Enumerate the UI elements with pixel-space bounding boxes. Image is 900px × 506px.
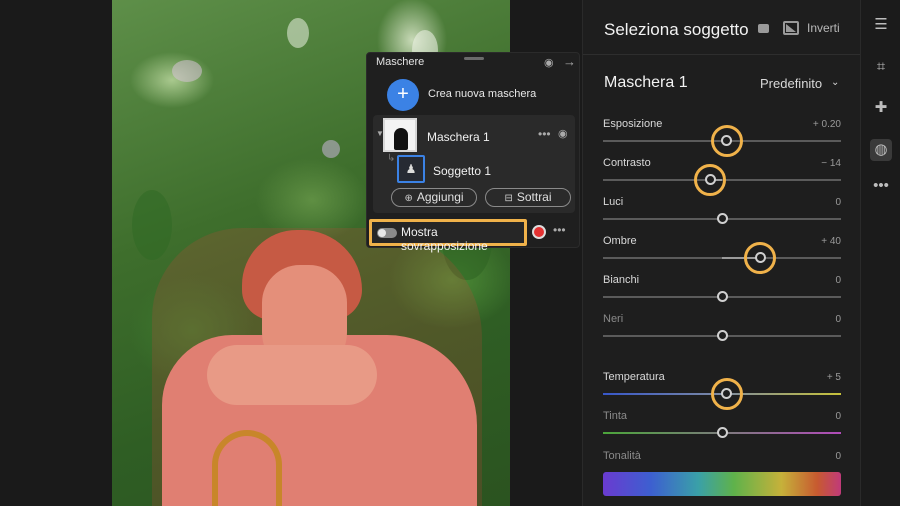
slider-value-bianchi[interactable]: 0 [835, 275, 841, 286]
slider-label-neri: Neri [603, 313, 624, 325]
create-mask-label[interactable]: Crea nuova maschera [428, 88, 536, 100]
slider-knob-bianchi[interactable] [716, 291, 728, 302]
subtract-button[interactable]: ⊟ Sottrai [485, 188, 571, 207]
overlay-color-swatch[interactable] [532, 225, 546, 239]
more-icon[interactable]: ••• [870, 175, 892, 197]
slider-label-temperatura: Temperatura [603, 371, 665, 383]
slider-label-esposizione: Esposizione [603, 118, 663, 130]
mask-thumbnail[interactable] [383, 118, 417, 152]
subject-icon[interactable]: ♟ [397, 155, 425, 183]
subtract-label: Sottrai [516, 190, 552, 204]
overlay-toggle[interactable] [377, 228, 397, 238]
divider [583, 54, 861, 55]
drag-handle[interactable] [464, 57, 484, 60]
slider-knob-luci[interactable] [716, 213, 728, 224]
hue-slider-track[interactable] [603, 472, 841, 496]
slider-value-neri[interactable]: 0 [835, 314, 841, 325]
subject-name[interactable]: Soggetto 1 [433, 164, 491, 178]
slider-value-luci[interactable]: 0 [835, 197, 841, 208]
masks-title: Maschere [376, 56, 425, 68]
slider-value-ombre[interactable]: + 40 [821, 236, 841, 247]
slider-label-ombre: Ombre [603, 235, 637, 247]
slider-value-contrasto[interactable]: − 14 [821, 158, 841, 169]
subtract-mask-icon: ⊟ [504, 193, 513, 204]
sliders-icon[interactable]: ☰ [870, 14, 892, 36]
highlight-ring [694, 163, 727, 196]
adjust-panel: Seleziona soggetto Inverti Maschera 1 Pr… [582, 0, 861, 506]
invert-icon[interactable] [783, 21, 799, 35]
healing-icon[interactable]: ✚ [870, 97, 892, 119]
slider-label-luci: Luci [603, 196, 624, 208]
slider-knob-tinta[interactable] [716, 427, 728, 438]
slider-value-temperatura[interactable]: + 5 [827, 372, 841, 383]
more-icon[interactable]: ••• [538, 127, 551, 141]
highlight-ring [744, 241, 777, 274]
mask-card[interactable]: ▼ Maschera 1 ••• ◉ ↳ ♟ Soggetto 1 ⊕ Aggiu… [373, 115, 575, 213]
slider-label-contrasto: Contrasto [603, 157, 651, 169]
eye-icon[interactable]: ◉ [544, 56, 554, 69]
add-mask-icon: ⊕ [404, 193, 413, 204]
eye-icon[interactable]: ◉ [558, 127, 568, 140]
slider-label-tinta: Tinta [603, 410, 628, 422]
subject-arms [207, 345, 377, 405]
masking-icon[interactable]: ◍ [870, 139, 892, 161]
mask-silhouette [394, 128, 408, 150]
masks-panel: Maschere ◉ → + Crea nuova maschera ▼ Mas… [366, 52, 580, 253]
tool-strip: ☰ ⌗ ✚ ◍ ••• [860, 0, 900, 506]
slider-label-tonalita: Tonalità [603, 450, 641, 462]
collapse-arrow-icon[interactable]: → [563, 54, 576, 69]
link-icon: ↳ [387, 153, 396, 164]
more-icon[interactable]: ••• [553, 223, 566, 237]
add-label: Aggiungi [416, 190, 464, 204]
chair [212, 430, 282, 506]
slider-knob-neri[interactable] [716, 330, 728, 341]
slider-value-tinta[interactable]: 0 [835, 411, 841, 422]
mask-heading: Maschera 1 [604, 74, 688, 91]
highlight-ring [710, 124, 743, 157]
preset-dropdown[interactable]: Predefinito [760, 76, 822, 91]
chevron-down-icon[interactable]: ⌄ [831, 77, 839, 88]
masks-header: Maschere ◉ → [367, 53, 579, 71]
show-overlay-toggle-row[interactable]: Mostra sovrapposizione [369, 219, 527, 253]
overlay-label: Mostra sovrapposizione [401, 225, 488, 253]
mask-name[interactable]: Maschera 1 [427, 130, 490, 144]
comment-icon[interactable] [758, 24, 769, 33]
panel-title: Seleziona soggetto [604, 20, 749, 39]
slider-label-bianchi: Bianchi [603, 274, 640, 286]
slider-value-esposizione[interactable]: + 0.20 [813, 119, 841, 130]
slider-value-tonalita[interactable]: 0 [835, 451, 841, 462]
add-button[interactable]: ⊕ Aggiungi [391, 188, 477, 207]
highlight-ring [710, 377, 743, 410]
crop-icon[interactable]: ⌗ [870, 56, 892, 78]
create-mask-button[interactable]: + [387, 79, 419, 111]
slider-track-ombre[interactable] [603, 257, 841, 259]
invert-label[interactable]: Inverti [807, 21, 840, 35]
